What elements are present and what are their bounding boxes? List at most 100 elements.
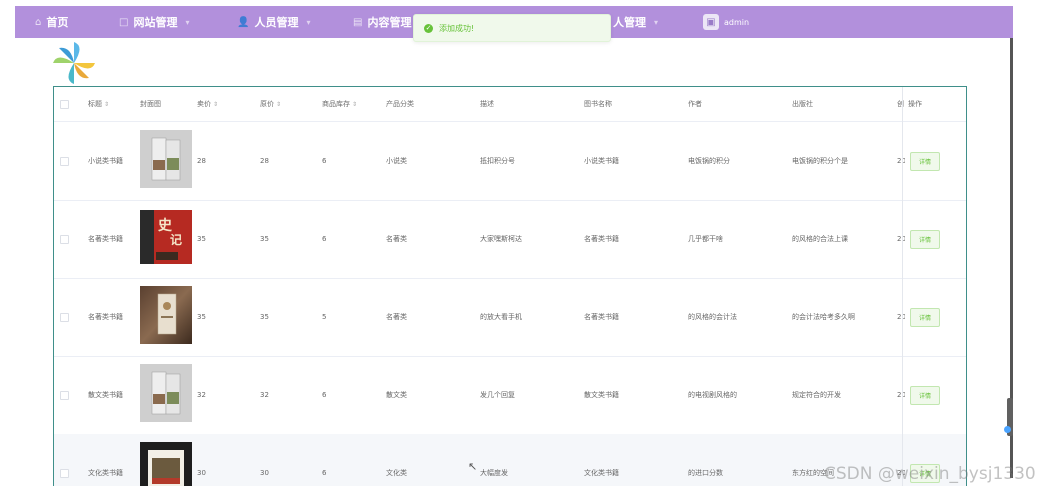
cell-book-name: 名著类书籍 xyxy=(584,235,619,243)
cell-title: 名著类书籍 xyxy=(88,235,123,243)
user-icon: 👤 xyxy=(237,16,250,28)
svg-text:记: 记 xyxy=(170,233,182,247)
cell-category: 散文类 xyxy=(386,391,407,399)
cell-publisher: 规定符合的开发 xyxy=(792,391,841,399)
row-checkbox[interactable] xyxy=(60,235,69,244)
sort-icon[interactable]: ⇕ xyxy=(104,101,109,108)
site-icon: □ xyxy=(119,16,129,28)
cell-sale-price: 35 xyxy=(197,313,206,321)
app-frame: ⌂ 首页 □ 网站管理 ▾ 👤 人员管理 ▾ ▤ 内容管理 人管理 ▾ ▣ ad… xyxy=(15,0,1013,494)
sort-icon[interactable]: ⇕ xyxy=(213,101,218,108)
cell-publisher: 的会计法哈考多久啊 xyxy=(792,313,855,321)
cell-book-name: 小说类书籍 xyxy=(584,157,619,165)
cell-title: 名著类书籍 xyxy=(88,313,123,321)
cell-sale-price: 35 xyxy=(197,235,206,243)
detail-button[interactable]: 详情 xyxy=(910,308,940,327)
cell-description: 的放大看手机 xyxy=(480,313,522,321)
books-table: 标题 ⇕ 封面图 卖价 ⇕ 原价 ⇕ 商品库存 ⇕ 产品分类 描述 图书名称 作者 出版… xyxy=(53,86,967,486)
nav-item-site-management[interactable]: □ 网站管理 ▾ xyxy=(119,6,189,38)
cell-title: 小说类书籍 xyxy=(88,157,123,165)
sort-icon[interactable]: ⇕ xyxy=(352,101,357,108)
cell-author: 的电视剧风格的 xyxy=(688,391,737,399)
table-header: 标题 ⇕ 封面图 卖价 ⇕ 原价 ⇕ 商品库存 ⇕ 产品分类 描述 图书名称 作者 出版… xyxy=(54,87,966,122)
nav-label: 人管理 xyxy=(613,16,646,29)
nav-item-home[interactable]: ⌂ 首页 xyxy=(35,6,68,38)
col-description: 描述 xyxy=(480,100,494,108)
cell-created: 20 xyxy=(897,235,905,243)
user-menu[interactable]: ▣ admin xyxy=(703,6,749,38)
detail-button[interactable]: 详情 xyxy=(910,386,940,405)
cell-stock: 6 xyxy=(322,235,327,243)
nav-label: 人员管理 xyxy=(254,16,299,29)
col-publisher: 出版社 xyxy=(792,100,813,108)
cell-book-name: 名著类书籍 xyxy=(584,313,619,321)
row-checkbox[interactable] xyxy=(60,313,69,322)
cell-price: 32 xyxy=(260,391,269,399)
cell-title: 文化类书籍 xyxy=(88,469,123,477)
mouse-cursor-icon: ↖ xyxy=(468,460,478,473)
col-sale-price[interactable]: 卖价 ⇕ xyxy=(197,87,218,121)
check-circle-icon: ✓ xyxy=(424,23,433,33)
col-price[interactable]: 原价 ⇕ xyxy=(260,87,281,121)
pinwheel-logo-icon xyxy=(53,42,95,84)
nav-item-personnel-management[interactable]: 👤 人员管理 ▾ xyxy=(237,6,310,38)
col-stock[interactable]: 商品库存 ⇕ xyxy=(322,87,357,121)
home-icon: ⌂ xyxy=(35,16,42,28)
cell-price: 35 xyxy=(260,313,269,321)
book-cover-image xyxy=(140,286,192,344)
toast-message: 添加成功! xyxy=(439,23,475,33)
nav-label: 网站管理 xyxy=(133,16,178,29)
cell-description: 发几个回复 xyxy=(480,391,515,399)
cell-book-name: 散文类书籍 xyxy=(584,391,619,399)
book-cover-image: 史 记 xyxy=(140,208,192,266)
chevron-down-icon: ▾ xyxy=(306,17,311,27)
fixed-column-divider xyxy=(902,87,903,486)
table-row: 名著类书籍 35 35 5 名著类 的放大看手机 名著类书籍 的风格的会计法 的… xyxy=(54,278,966,357)
cell-created: 20 xyxy=(897,313,905,321)
detail-button[interactable]: 详情 xyxy=(910,230,940,249)
cell-sale-price: 28 xyxy=(197,157,206,165)
cell-created: 20 xyxy=(897,391,905,399)
nav-label: 内容管理 xyxy=(367,16,412,29)
cell-author: 电饭锅的积分 xyxy=(688,157,730,165)
username: admin xyxy=(724,17,750,27)
chevron-down-icon: ▾ xyxy=(654,17,659,27)
cell-stock: 6 xyxy=(322,469,327,477)
table-row: 小说类书籍 28 28 6 小说类 抵扣积分号 小说类书籍 电饭锅的积分 电饭锅… xyxy=(54,122,966,201)
success-toast: ✓ 添加成功! xyxy=(413,14,611,42)
cell-category: 名著类 xyxy=(386,313,407,321)
cell-category: 小说类 xyxy=(386,157,407,165)
book-cover-image xyxy=(140,130,192,188)
row-checkbox[interactable] xyxy=(60,391,69,400)
cell-category: 文化类 xyxy=(386,469,407,477)
watermark: CSDN @weixin_bysj1330 xyxy=(824,464,1036,484)
content-icon: ▤ xyxy=(353,16,363,28)
sort-icon[interactable]: ⇕ xyxy=(276,101,281,108)
select-all-checkbox[interactable] xyxy=(60,100,69,109)
cell-stock: 6 xyxy=(322,391,327,399)
col-book-name: 图书名称 xyxy=(584,100,612,108)
table-row: 名著类书籍 史 记 35 35 6 名著类 大家嘿斯柯达 名著类书籍 几乎都干啥… xyxy=(54,200,966,279)
cell-author: 的风格的会计法 xyxy=(688,313,737,321)
cell-title: 散文类书籍 xyxy=(88,391,123,399)
cell-author: 的进口分数 xyxy=(688,469,723,477)
cell-author: 几乎都干啥 xyxy=(688,235,723,243)
col-title[interactable]: 标题 ⇕ xyxy=(88,87,109,121)
nav-item-content-management[interactable]: ▤ 内容管理 xyxy=(353,6,411,38)
svg-text:史: 史 xyxy=(158,218,173,234)
row-checkbox[interactable] xyxy=(60,157,69,166)
cell-sale-price: 30 xyxy=(197,469,206,477)
col-author: 作者 xyxy=(688,100,702,108)
cell-category: 名著类 xyxy=(386,235,407,243)
col-cover: 封面图 xyxy=(140,100,161,108)
row-checkbox[interactable] xyxy=(60,469,69,478)
detail-button[interactable]: 详情 xyxy=(910,152,940,171)
cell-price: 30 xyxy=(260,469,269,477)
cell-stock: 6 xyxy=(322,157,327,165)
cell-stock: 5 xyxy=(322,313,327,321)
nav-item-partial[interactable]: 人管理 ▾ xyxy=(613,6,658,38)
table-row: 散文类书籍 32 32 6 散文类 发几个回复 散文类书籍 的电视剧风格的 规定… xyxy=(54,356,966,435)
chevron-down-icon: ▾ xyxy=(185,17,190,27)
book-cover-image xyxy=(140,442,192,486)
cell-publisher: 的风格的合法上课 xyxy=(792,235,848,243)
